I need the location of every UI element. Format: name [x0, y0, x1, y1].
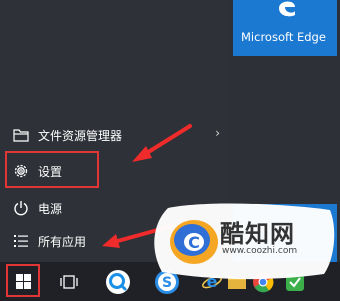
power-label: 电源 [38, 201, 63, 216]
edge-tile-label: Microsoft Edge [241, 30, 326, 44]
file-explorer-label: 文件资源管理器 [38, 128, 123, 143]
start-item-power[interactable]: 电源 [12, 196, 62, 220]
task-view-icon [60, 274, 78, 289]
taskbar-search-button[interactable] [100, 262, 136, 301]
chevron-right-icon[interactable]: › [215, 126, 220, 140]
watermark-url: www.coozhi.com [222, 246, 298, 256]
folder-icon [12, 126, 30, 144]
task-view-button[interactable] [52, 262, 86, 301]
edge-icon [279, 1, 295, 17]
start-item-all-apps[interactable]: 所有应用 [12, 229, 86, 253]
arrow-to-settings-icon [132, 124, 192, 162]
all-apps-label: 所有应用 [38, 234, 87, 249]
watermark-brand: 酷知网 [220, 220, 295, 248]
start-button-highlight-box [6, 264, 40, 297]
svg-text:C: C [188, 233, 200, 252]
coozhi-watermark: C 酷知网 www.coozhi.com [148, 200, 338, 280]
search-circle-icon [106, 269, 130, 294]
power-icon [12, 199, 30, 217]
settings-highlight-box [5, 151, 99, 188]
microsoft-edge-tile[interactable]: Microsoft Edge [233, 0, 337, 56]
list-icon [12, 232, 30, 250]
